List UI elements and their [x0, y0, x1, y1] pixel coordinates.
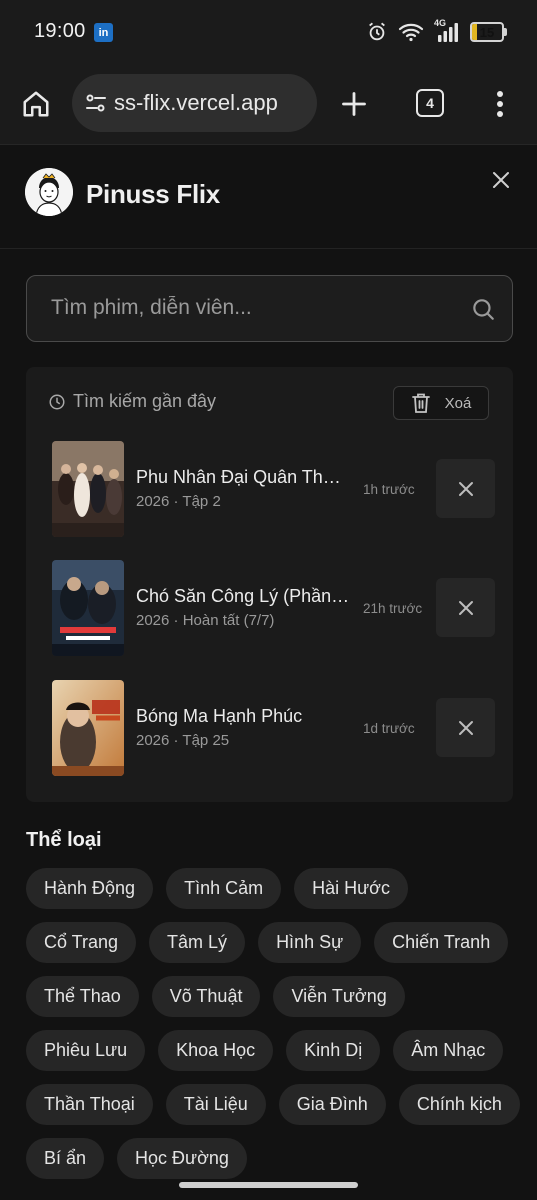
trash-icon: [411, 393, 430, 413]
recent-item-title: Bóng Ma Hạnh Phúc: [136, 706, 303, 726]
search-input[interactable]: [51, 276, 461, 340]
battery-body: 15: [470, 22, 504, 42]
recent-item-meta: 2026 · Hoàn tất (7/7): [136, 612, 275, 629]
genre-chip[interactable]: Tâm Lý: [149, 922, 246, 963]
tab-switcher-icon[interactable]: 4: [416, 89, 444, 117]
recent-searches: Tìm kiếm gần đây Xoá Phu Nhân Đại Quân T…: [26, 367, 513, 802]
clear-history-label: Xoá: [444, 394, 472, 412]
movie-poster: [52, 441, 124, 537]
recent-item-time: 1h trước: [363, 482, 415, 497]
status-icons: 4G 15: [366, 18, 507, 44]
genre-chip[interactable]: Phiêu Lưu: [26, 1030, 146, 1071]
battery-icon: 15: [470, 22, 507, 42]
recent-item[interactable]: Bóng Ma Hạnh Phúc 2026 · Tập 25 1d trước: [52, 680, 495, 776]
recent-searches-header: Tìm kiếm gần đây: [48, 391, 216, 412]
recent-item-title: Phu Nhân Đại Quân Thời Joseon: [136, 467, 350, 487]
brand-logo: [25, 168, 73, 216]
genres-title: Thể loại: [26, 829, 102, 851]
battery-nub: [504, 28, 507, 36]
close-icon: [458, 720, 473, 735]
genre-chip[interactable]: Hành Động: [26, 868, 154, 909]
clear-history-button[interactable]: Xoá: [393, 386, 489, 420]
close-icon: [458, 481, 473, 496]
recent-searches-title: Tìm kiếm gần đây: [73, 391, 217, 411]
search-icon[interactable]: [470, 296, 496, 322]
genre-chip[interactable]: Kinh Dị: [286, 1030, 381, 1071]
movie-poster: [52, 560, 124, 656]
url-text: ss-flix.vercel.app: [114, 90, 278, 115]
movie-poster: [52, 680, 124, 776]
recent-item-meta: 2026 · Tập 25: [136, 732, 230, 749]
wifi-icon: [398, 21, 424, 43]
recent-item-time: 21h trước: [363, 601, 423, 616]
status-time: 19:00: [34, 20, 86, 42]
panel-header: Pinuss Flix: [0, 145, 537, 249]
genre-chip[interactable]: Chính kịch: [398, 1084, 520, 1125]
genre-chip[interactable]: Học Đường: [117, 1138, 247, 1179]
recent-item-meta: 2026 · Tập 2: [136, 493, 221, 510]
search-panel: Pinuss Flix Tìm kiếm gần đây Xoá: [0, 144, 537, 1200]
genre-chip[interactable]: Hình Sự: [258, 922, 362, 963]
battery-fill: [472, 24, 477, 40]
recent-item-title: Chó Săn Công Lý (Phần 2): [136, 586, 350, 606]
status-bar: 19:00 in 4G 15: [0, 0, 537, 64]
recent-item-time: 1d trước: [363, 721, 415, 736]
recent-item[interactable]: Phu Nhân Đại Quân Thời Joseon 2026 · Tập…: [52, 441, 495, 537]
remove-item-button[interactable]: [436, 698, 495, 757]
alarm-icon: [366, 21, 388, 43]
gesture-home-indicator[interactable]: [179, 1182, 358, 1188]
more-menu-icon[interactable]: [488, 86, 512, 122]
battery-level: 15: [479, 24, 495, 40]
browser-toolbar: ss-flix.vercel.app 4: [0, 64, 537, 144]
site-settings-icon[interactable]: [82, 89, 110, 117]
genre-chip[interactable]: Viễn Tưởng: [273, 976, 405, 1017]
clock-icon: [49, 394, 65, 409]
genre-chip[interactable]: Thần Thoại: [26, 1084, 153, 1125]
close-icon: [458, 600, 473, 615]
genre-chip[interactable]: Tình Cảm: [166, 868, 282, 909]
home-icon[interactable]: [18, 86, 54, 122]
remove-item-button[interactable]: [436, 459, 495, 518]
genre-chip[interactable]: Hài Hước: [294, 868, 408, 909]
recent-item[interactable]: Chó Săn Công Lý (Phần 2) 2026 · Hoàn tất…: [52, 560, 495, 656]
linkedin-notification-icon: in: [94, 23, 113, 42]
close-icon[interactable]: [489, 168, 513, 192]
search-box: [26, 275, 513, 342]
genre-chip[interactable]: Cổ Trang: [26, 922, 137, 963]
genre-chip[interactable]: Thể Thao: [26, 976, 139, 1017]
brand-name: Pinuss Flix: [86, 179, 220, 209]
genre-chip[interactable]: Võ Thuật: [151, 976, 261, 1017]
genre-chip[interactable]: Gia Đình: [278, 1084, 386, 1125]
genre-chip[interactable]: Tài Liệu: [165, 1084, 266, 1125]
genre-chip[interactable]: Âm Nhạc: [393, 1030, 504, 1071]
new-tab-icon[interactable]: [336, 86, 372, 122]
remove-item-button[interactable]: [436, 578, 495, 637]
genre-chip[interactable]: Bí ẩn: [26, 1138, 105, 1179]
genre-chip[interactable]: Chiến Tranh: [374, 922, 509, 963]
genre-list: Hành Động Tình Cảm Hài Hước Cổ Trang Tâm Lý H…: [26, 868, 526, 1179]
address-bar[interactable]: ss-flix.vercel.app: [72, 74, 317, 132]
genre-chip[interactable]: Khoa Học: [158, 1030, 274, 1071]
4g-signal-icon: 4G: [434, 18, 460, 43]
